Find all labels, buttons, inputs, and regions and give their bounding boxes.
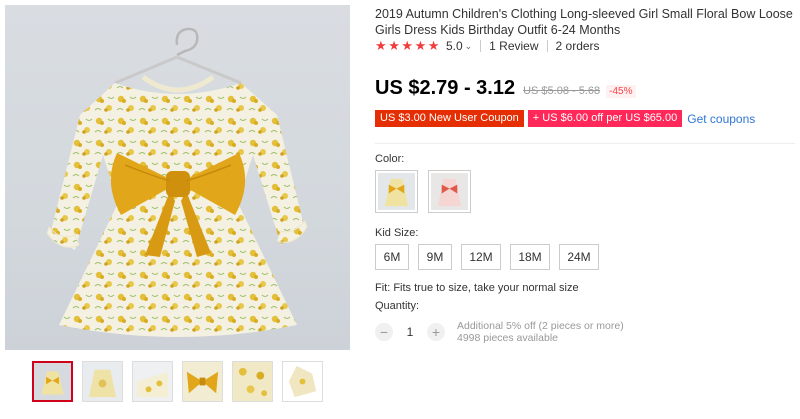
thumbnail-6[interactable] (282, 361, 323, 402)
get-coupons-link[interactable]: Get coupons (687, 112, 755, 126)
section-divider (375, 143, 795, 144)
size-option-12m[interactable]: 12M (461, 244, 501, 270)
size-option-18m[interactable]: 18M (510, 244, 550, 270)
quantity-label: Quantity: (375, 300, 420, 312)
color-option-pink[interactable] (428, 170, 471, 213)
size-option-9m[interactable]: 9M (418, 244, 452, 270)
original-price: US $5.08 - 5.68 (523, 85, 601, 97)
thumbnail-5[interactable] (232, 361, 273, 402)
size-option-24m[interactable]: 24M (559, 244, 599, 270)
coupon-row: US $3.00 New User Coupon + US $6.00 off … (375, 110, 755, 127)
increase-quantity-button[interactable]: + (427, 323, 445, 341)
star-icon: ★ (388, 38, 400, 53)
size-label: Kid Size: (375, 227, 419, 239)
current-price: US $2.79 - 3.12 (375, 77, 516, 99)
thumbnail-3[interactable] (132, 361, 173, 402)
orders-count: 2 orders (555, 39, 600, 53)
discount-badge: -45% (606, 85, 636, 98)
size-options: 6M 9M 12M 18M 24M (375, 244, 599, 270)
star-icon: ★ (414, 38, 427, 53)
new-user-coupon[interactable]: US $3.00 New User Coupon (375, 110, 524, 127)
rating-row: ★ ★ ★ ★ ★ 5.0 ⌄ 1 Review 2 orders (375, 38, 600, 54)
reviews-link[interactable]: 1 Review (489, 39, 538, 53)
stock-available: 4998 pieces available (457, 332, 558, 344)
store-coupon[interactable]: + US $6.00 off per US $65.00 (527, 110, 683, 127)
quantity-stepper: − 1 + Additional 5% off (2 pieces or mor… (375, 320, 624, 344)
product-title: 2019 Autumn Children's Clothing Long-sle… (375, 7, 793, 37)
thumbnail-4[interactable] (182, 361, 223, 402)
thumbnail-2[interactable] (82, 361, 123, 402)
star-icon: ★ (375, 38, 387, 53)
divider (480, 40, 482, 52)
quantity-input[interactable]: 1 (393, 325, 427, 339)
price-row: US $2.79 - 3.12 US $5.08 - 5.68 -45% (375, 77, 636, 100)
size-option-6m[interactable]: 6M (375, 244, 409, 270)
star-icon: ★ (427, 38, 440, 53)
thumbnail-strip (32, 361, 323, 402)
star-icon: ★ (401, 38, 414, 53)
quantity-note: Additional 5% off (2 pieces or more) 499… (457, 320, 624, 344)
color-option-yellow[interactable] (375, 170, 418, 213)
bulk-discount-note: Additional 5% off (2 pieces or more) (457, 320, 624, 332)
decrease-quantity-button[interactable]: − (375, 323, 393, 341)
dress-illustration (46, 27, 308, 337)
color-swatches (375, 170, 471, 213)
divider (546, 40, 548, 52)
color-label: Color: (375, 153, 405, 165)
fit-info: Fit: Fits true to size, take your normal… (375, 282, 579, 294)
chevron-down-icon[interactable]: ⌄ (465, 41, 473, 52)
rating-stars: ★ ★ ★ ★ ★ (375, 38, 441, 54)
main-product-image[interactable] (5, 5, 350, 350)
thumbnail-1[interactable] (32, 361, 73, 402)
rating-value[interactable]: 5.0 (446, 39, 463, 53)
